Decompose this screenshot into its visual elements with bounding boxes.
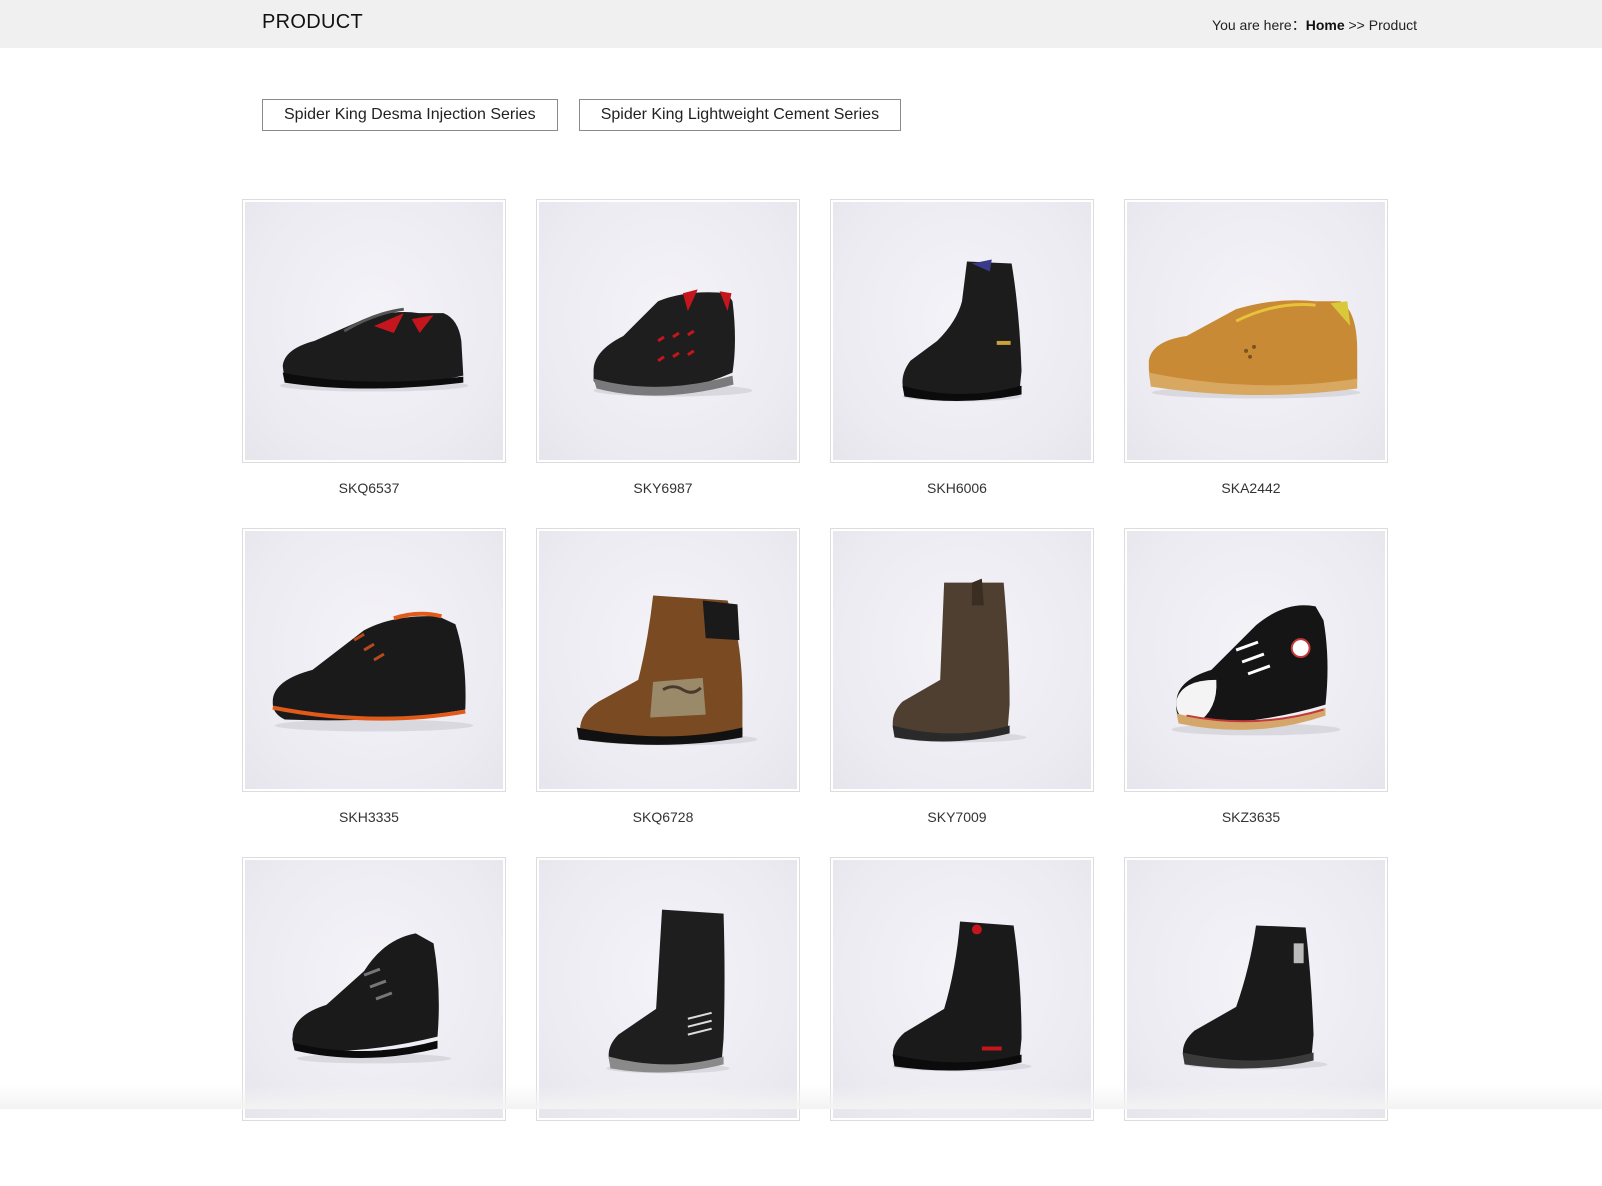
tab-lightweight-cement-series[interactable]: Spider King Lightweight Cement Series: [578, 99, 902, 131]
product-name[interactable]: SKH6006: [830, 480, 1094, 496]
product-grid: SKQ6537 SKY6987 SKH6006 SKA2442 SKH3335 …: [242, 199, 1388, 1186]
brown-camo-tall-boot-icon: [576, 595, 758, 746]
black-tall-boot-red-icon: [892, 921, 1032, 1072]
product-name[interactable]: SKQ6728: [536, 809, 800, 825]
black-hiker-boot-icon: [292, 933, 452, 1064]
product-card[interactable]: SKH6006: [830, 199, 1094, 528]
product-image-frame[interactable]: [1124, 857, 1388, 1121]
bottom-fade: [0, 1085, 1602, 1109]
product-image-frame[interactable]: [242, 857, 506, 1121]
product-card[interactable]: SKY6987: [536, 199, 800, 528]
product-name[interactable]: SKY7009: [830, 809, 1094, 825]
breadcrumb: You are here：Home >> Product: [1212, 15, 1417, 35]
product-card[interactable]: SKQ6728: [536, 528, 800, 857]
product-name[interactable]: SKQ6537: [242, 480, 506, 496]
product-card[interactable]: SKA2442: [1124, 199, 1388, 528]
product-name[interactable]: SKH3335: [242, 809, 506, 825]
product-image-frame[interactable]: [536, 199, 800, 463]
brown-rigger-boot-icon: [892, 578, 1027, 743]
product-card[interactable]: SKH3335: [242, 528, 506, 857]
product-image-frame[interactable]: [536, 857, 800, 1121]
product-image-frame[interactable]: [830, 199, 1094, 463]
product-card[interactable]: [242, 857, 506, 1186]
breadcrumb-prefix: You are here：: [1212, 17, 1306, 33]
black-low-shoe-red-lining-icon: [593, 289, 753, 397]
page-title: PRODUCT: [262, 11, 363, 33]
black-canvas-sneaker-icon: [1171, 605, 1341, 736]
product-image-frame[interactable]: [1124, 199, 1388, 463]
product-image-frame[interactable]: [1124, 528, 1388, 792]
product-name[interactable]: SKZ3635: [1124, 809, 1388, 825]
product-image-frame[interactable]: [830, 857, 1094, 1121]
black-tall-boot-side-zip-icon: [1182, 925, 1328, 1070]
product-card[interactable]: SKQ6537: [242, 199, 506, 528]
product-card[interactable]: SKZ3635: [1124, 528, 1388, 857]
breadcrumb-separator: >>: [1344, 17, 1369, 33]
tab-desma-injection-series[interactable]: Spider King Desma Injection Series: [262, 99, 558, 131]
product-card[interactable]: SKY7009: [830, 528, 1094, 857]
product-name[interactable]: SKY6987: [536, 480, 800, 496]
product-image-frame[interactable]: [536, 528, 800, 792]
product-image-frame[interactable]: [242, 528, 506, 792]
breadcrumb-home-link[interactable]: Home: [1306, 17, 1345, 33]
header-bar: PRODUCT You are here：Home >> Product: [0, 0, 1602, 48]
product-card[interactable]: [830, 857, 1094, 1186]
product-image-frame[interactable]: [242, 199, 506, 463]
product-card[interactable]: [536, 857, 800, 1186]
tan-low-shoe-icon: [1148, 300, 1361, 399]
black-mid-boot-orange-trim-icon: [272, 611, 474, 732]
black-tall-boot-icon: [902, 259, 1022, 402]
breadcrumb-current: Product: [1368, 17, 1417, 33]
black-rigger-boot-icon: [606, 909, 730, 1074]
product-card[interactable]: [1124, 857, 1388, 1186]
product-image-frame[interactable]: [830, 528, 1094, 792]
product-name[interactable]: SKA2442: [1124, 480, 1388, 496]
series-tabs: Spider King Desma Injection Series Spide…: [262, 99, 902, 131]
black-low-shoe-red-accent-icon: [279, 307, 469, 392]
